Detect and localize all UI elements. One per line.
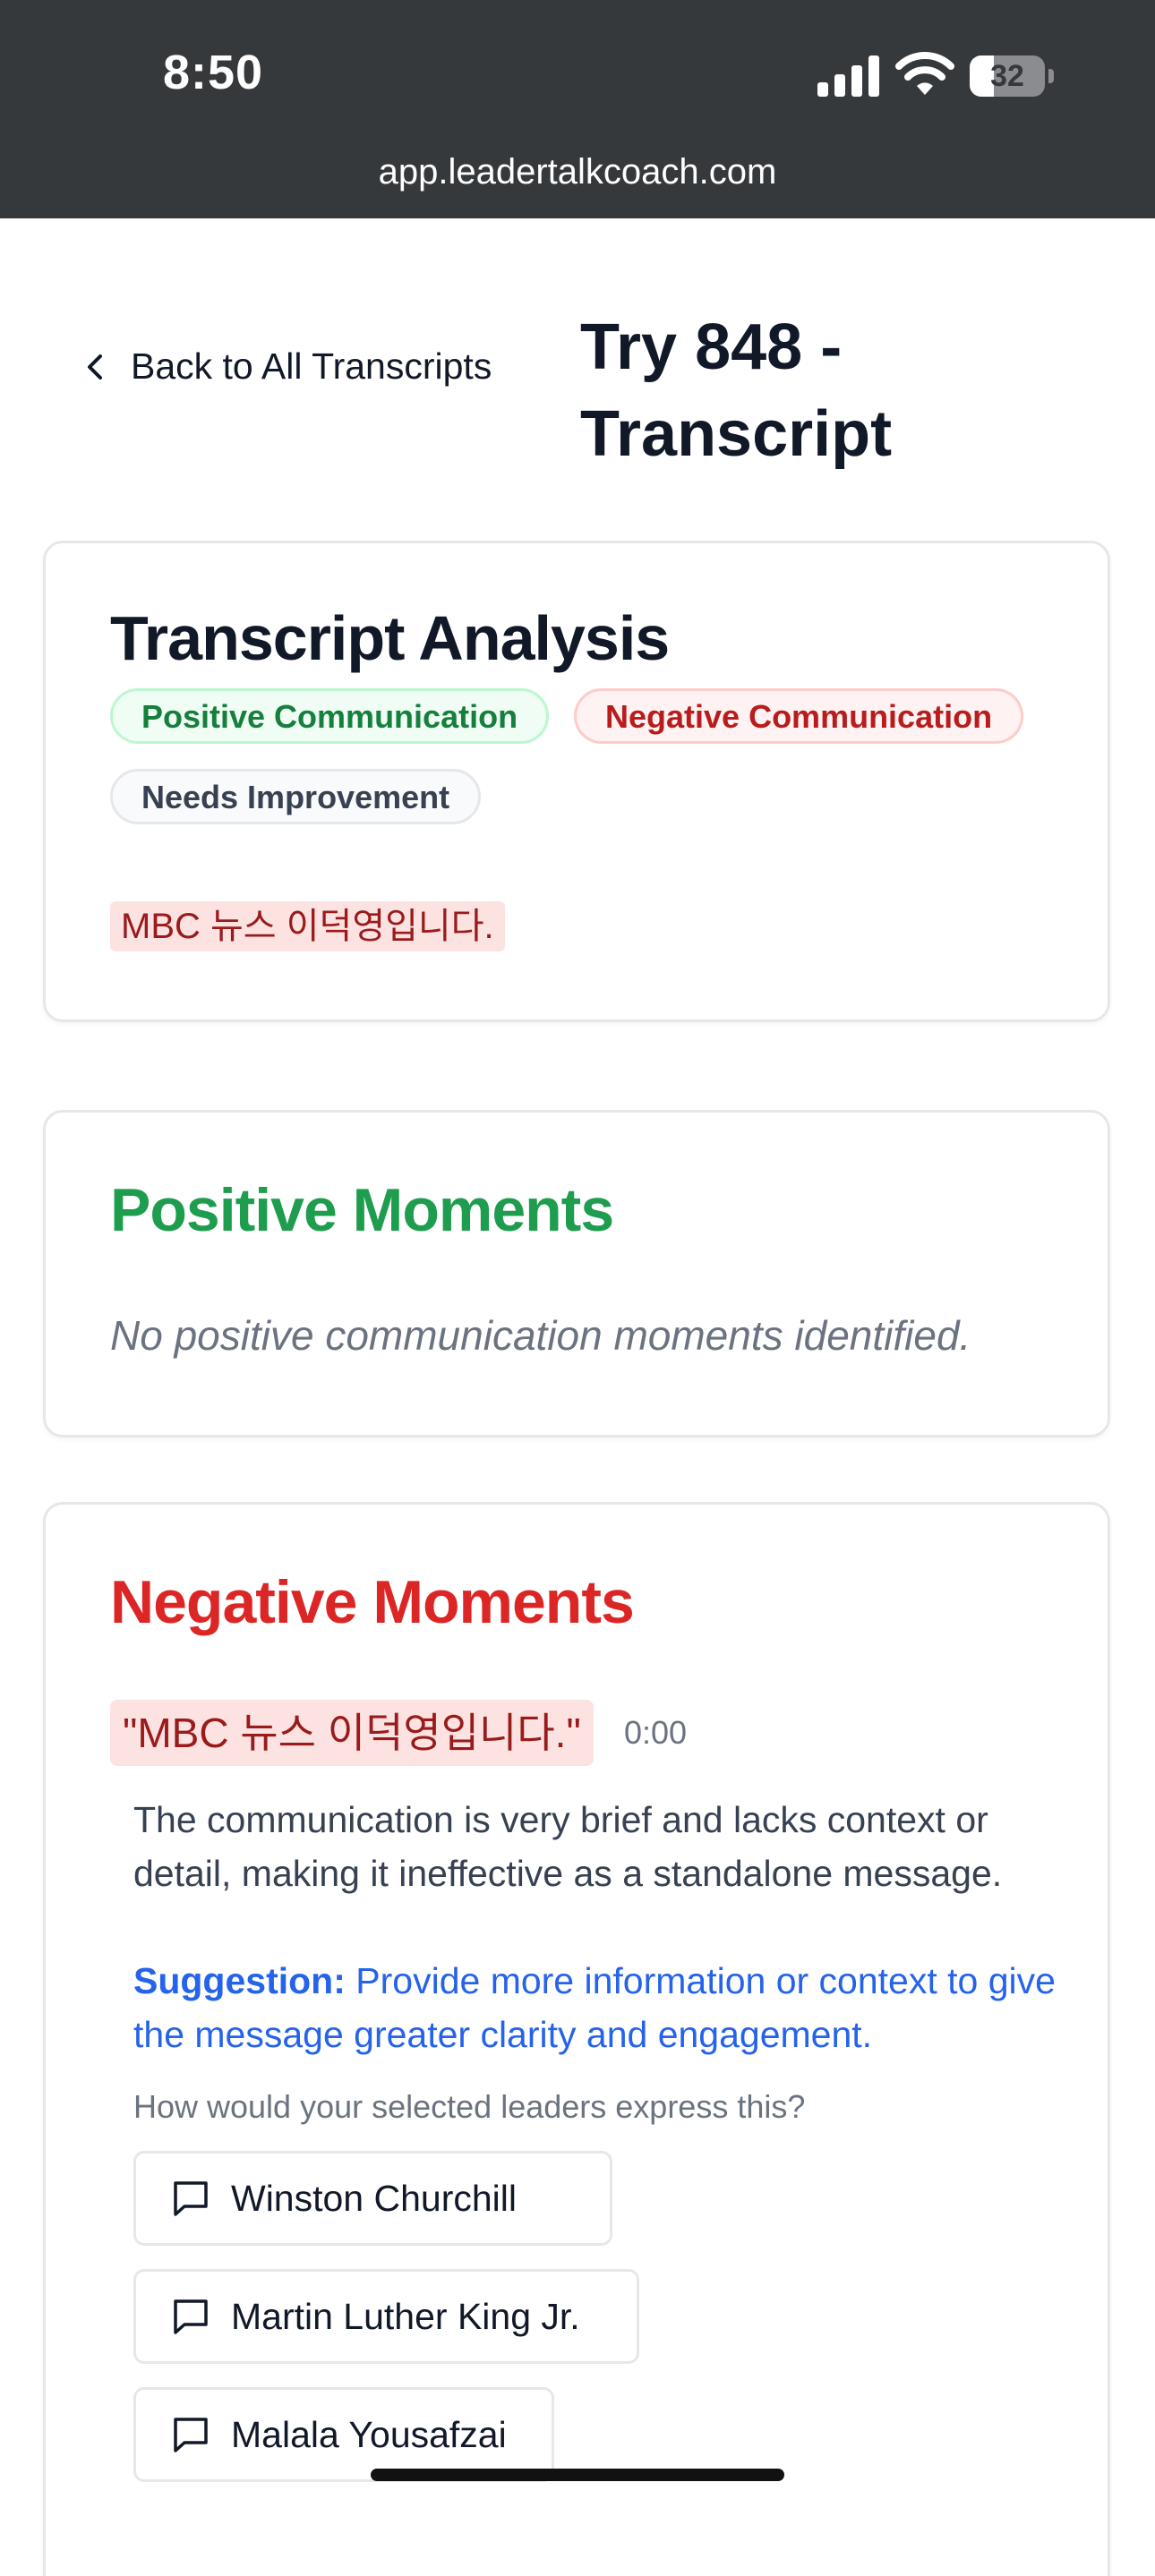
leader-button-winston-churchill[interactable]: Winston Churchill [133, 2151, 612, 2246]
negative-moment-quote: "MBC 뉴스 이덕영입니다." [110, 1700, 594, 1766]
legend-positive-badge: Positive Communication [110, 688, 550, 744]
wifi-icon [895, 52, 954, 95]
suggestion-label: Suggestion: [133, 1960, 346, 2001]
back-link-label: Back to All Transcripts [131, 345, 492, 387]
speech-bubble-icon [174, 2181, 208, 2216]
transcript-highlighted-text[interactable]: MBC 뉴스 이덕영입니다. [110, 901, 505, 951]
positive-moments-empty-message: No positive communication moments identi… [110, 1312, 971, 1359]
back-to-transcripts-link[interactable]: Back to All Transcripts [82, 345, 492, 388]
legend-negative-badge: Negative Communication [574, 688, 1024, 744]
battery-level: 32 [990, 59, 1024, 93]
legend-needs-improvement-badge: Needs Improvement [110, 769, 482, 824]
leaders-prompt: How would your selected leaders express … [133, 2088, 806, 2125]
negative-moments-card: Negative Moments "MBC 뉴스 이덕영입니다." 0:00 T… [43, 1502, 1110, 2576]
positive-moments-card: Positive Moments No positive communicati… [43, 1110, 1110, 1437]
battery-icon: 32 [970, 55, 1054, 97]
cellular-signal-icon [817, 55, 879, 97]
home-indicator[interactable] [371, 2469, 784, 2481]
leader-name: Winston Churchill [231, 2177, 517, 2219]
negative-moment-description: The communication is very brief and lack… [133, 1799, 1003, 1894]
address-bar-url[interactable]: app.leadertalkcoach.com [0, 152, 1155, 192]
browser-top-bar: 8:50 32 app.leadertalkcoach.com [0, 0, 1155, 218]
speech-bubble-icon [174, 2418, 208, 2452]
positive-moments-title: Positive Moments [110, 1176, 614, 1244]
negative-moment-suggestion: Suggestion: Provide more information or … [133, 1954, 1082, 2061]
leader-name: Malala Yousafzai [231, 2413, 507, 2455]
page-title: Try 848 - Transcript [580, 311, 893, 470]
leader-button-martin-luther-king-jr[interactable]: Martin Luther King Jr. [133, 2269, 639, 2364]
transcript-analysis-title: Transcript Analysis [110, 603, 670, 673]
transcript-analysis-card: Transcript Analysis Positive Communicati… [43, 541, 1110, 1022]
negative-moment-timestamp[interactable]: 0:00 [624, 1714, 687, 1752]
chevron-left-icon [88, 354, 102, 380]
leader-name: Martin Luther King Jr. [231, 2295, 580, 2337]
speech-bubble-icon [174, 2299, 208, 2334]
status-time: 8:50 [163, 46, 264, 99]
negative-moments-title: Negative Moments [110, 1568, 635, 1636]
